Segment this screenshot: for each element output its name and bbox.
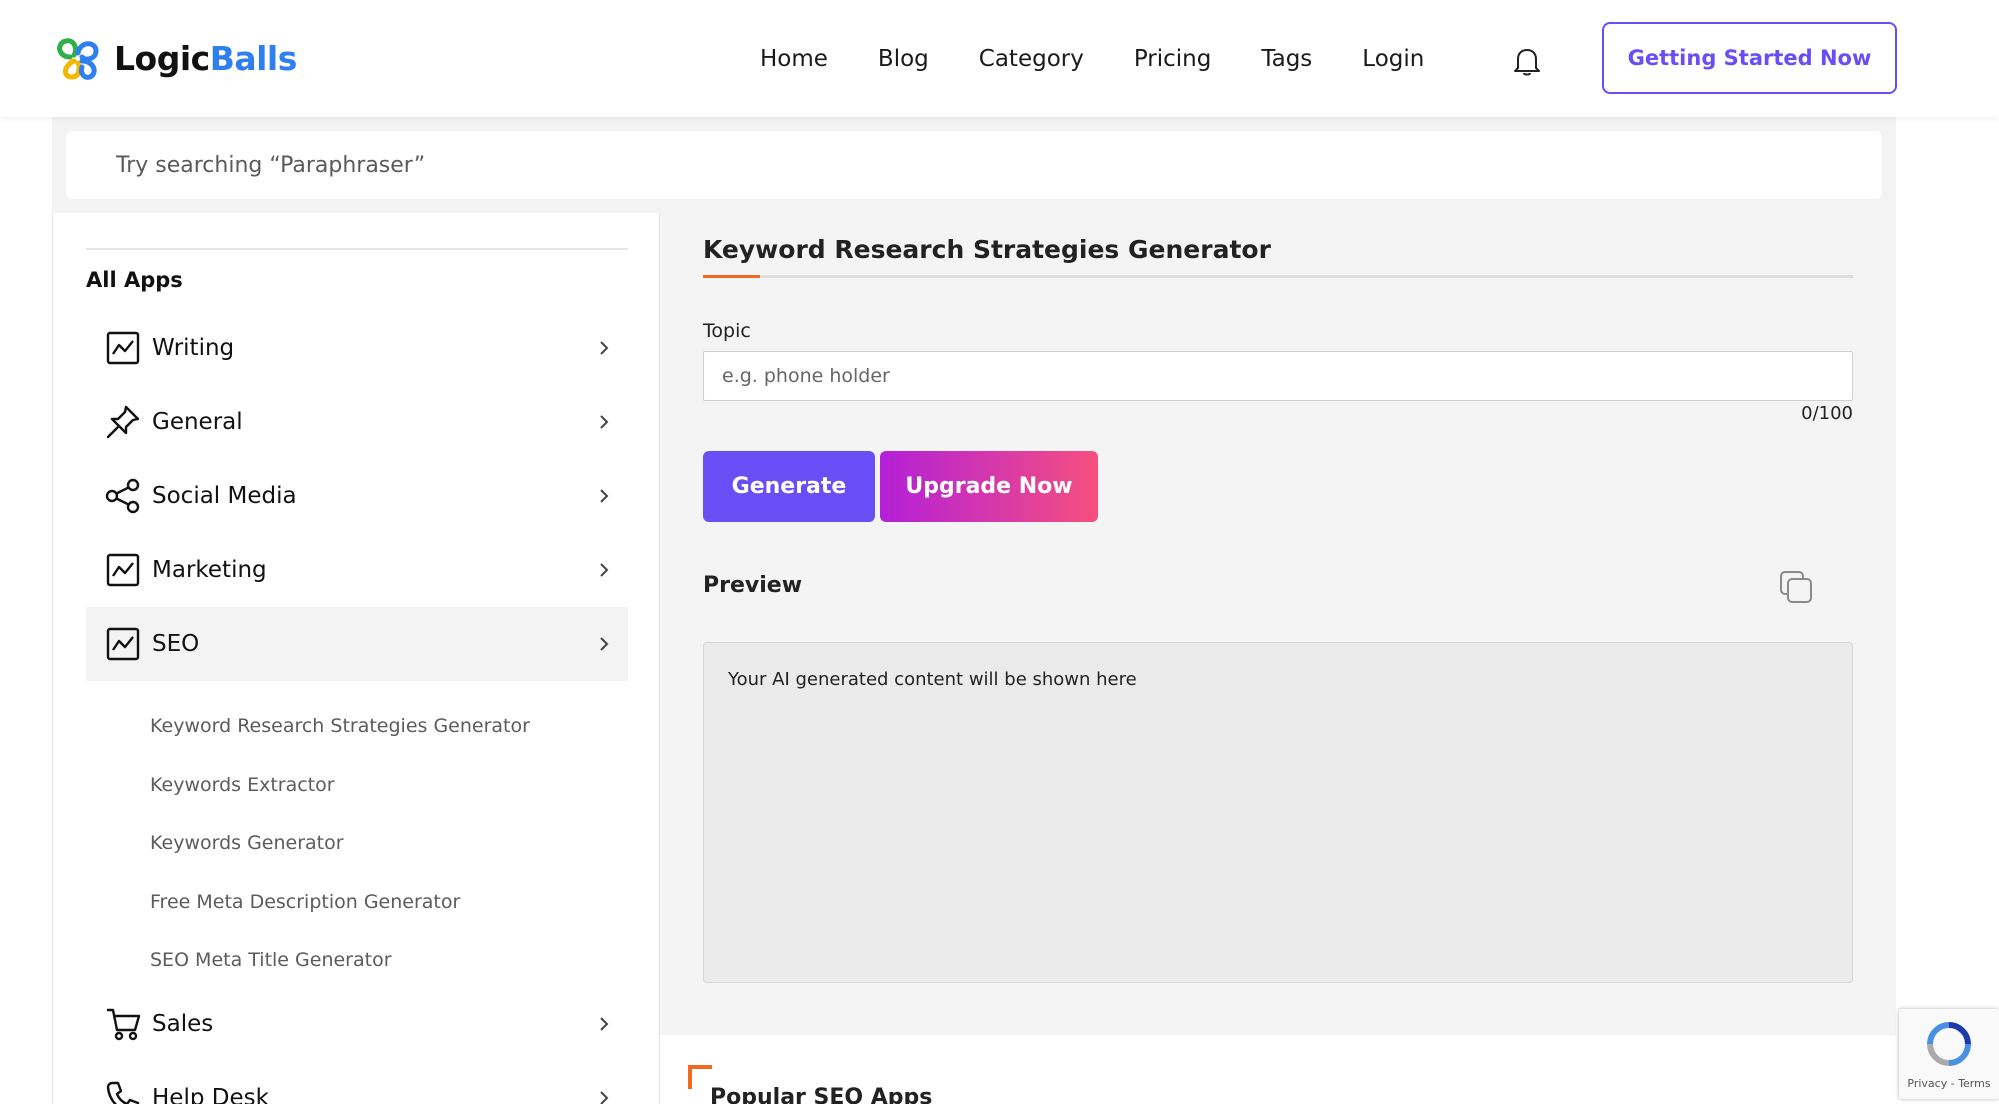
phone-icon [106, 1081, 140, 1104]
chevron-right-icon [600, 341, 609, 355]
upgrade-now-button[interactable]: Upgrade Now [880, 451, 1098, 522]
section-corner-accent [688, 1065, 712, 1089]
topic-label: Topic [703, 320, 751, 342]
preview-output: Your AI generated content will be shown … [703, 642, 1853, 983]
sidebar-item-social-media[interactable]: Social Media [86, 459, 628, 533]
sidebar-subitem-keyword-research[interactable]: Keyword Research Strategies Generator [150, 715, 530, 737]
cart-icon [107, 1008, 141, 1041]
title-underline-accent [703, 275, 760, 278]
nav-tags[interactable]: Tags [1261, 46, 1312, 72]
recaptcha-badge[interactable]: Privacy - Terms [1899, 1009, 1999, 1099]
chevron-right-icon [600, 637, 609, 651]
chevron-right-icon [600, 1017, 609, 1031]
sidebar-item-label: Social Media [152, 483, 297, 509]
sidebar-item-marketing[interactable]: Marketing [86, 533, 628, 607]
search-band [52, 117, 1896, 213]
site-header: LogicBalls Home Blog Category Pricing Ta… [0, 0, 1999, 117]
sidebar-item-seo[interactable]: SEO [86, 607, 628, 681]
logo-text: LogicBalls [114, 39, 297, 78]
recaptcha-links: Privacy - Terms [1899, 1077, 1999, 1090]
title-underline [703, 275, 1853, 278]
bell-icon[interactable] [1510, 44, 1544, 78]
nav-category[interactable]: Category [979, 46, 1084, 72]
logo[interactable]: LogicBalls [50, 33, 297, 83]
chart-line-icon [106, 627, 140, 661]
recaptcha-privacy-link[interactable]: Privacy [1907, 1077, 1947, 1090]
logo-icon [57, 38, 99, 80]
nav-login[interactable]: Login [1362, 46, 1424, 72]
sidebar: All Apps Writing General Social Media Ma… [52, 213, 660, 1104]
search-input[interactable] [116, 152, 1882, 178]
share-icon [105, 478, 140, 514]
character-counter: 0/100 [1801, 403, 1853, 424]
sidebar-item-label: Help Desk [152, 1085, 269, 1104]
sidebar-item-writing[interactable]: Writing [86, 311, 628, 385]
sidebar-item-label: General [152, 409, 243, 435]
pin-icon [106, 405, 140, 439]
sidebar-subitem-meta-title[interactable]: SEO Meta Title Generator [150, 949, 392, 971]
nav-blog[interactable]: Blog [878, 46, 929, 72]
sidebar-item-help-desk[interactable]: Help Desk [86, 1061, 628, 1104]
sidebar-subitem-meta-description[interactable]: Free Meta Description Generator [150, 891, 460, 913]
all-apps-heading: All Apps [86, 268, 183, 292]
sidebar-item-general[interactable]: General [86, 385, 628, 459]
chevron-right-icon [600, 489, 609, 503]
tool-title: Keyword Research Strategies Generator [703, 235, 1271, 264]
sidebar-subitem-keywords-generator[interactable]: Keywords Generator [150, 832, 344, 854]
chevron-right-icon [600, 415, 609, 429]
preview-placeholder-text: Your AI generated content will be shown … [728, 669, 1137, 690]
recaptcha-separator: - [1947, 1077, 1959, 1090]
popular-apps-section: Popular SEO Apps [660, 1035, 1896, 1104]
nav-home[interactable]: Home [760, 46, 828, 72]
sidebar-divider [86, 248, 628, 250]
recaptcha-terms-link[interactable]: Terms [1958, 1077, 1990, 1090]
chart-line-icon [106, 331, 140, 365]
topic-input[interactable] [703, 351, 1853, 401]
search-box [66, 131, 1882, 199]
sidebar-item-label: Marketing [152, 557, 267, 583]
chevron-right-icon [600, 1091, 609, 1104]
sidebar-item-label: SEO [152, 631, 200, 657]
sidebar-item-sales[interactable]: Sales [86, 987, 628, 1061]
recaptcha-icon [1927, 1022, 1971, 1066]
main-nav: Home Blog Category Pricing Tags Login [760, 0, 1474, 117]
copy-icon[interactable] [1778, 569, 1814, 605]
tool-panel: Keyword Research Strategies Generator To… [660, 213, 1896, 1035]
sidebar-subitem-keywords-extractor[interactable]: Keywords Extractor [150, 774, 335, 796]
logo-text-logic: Logic [114, 38, 210, 78]
sidebar-item-label: Sales [152, 1011, 214, 1037]
logo-text-balls: Balls [209, 38, 298, 78]
preview-label: Preview [703, 573, 803, 598]
chevron-right-icon [600, 563, 609, 577]
generate-button[interactable]: Generate [703, 451, 875, 522]
getting-started-button[interactable]: Getting Started Now [1602, 22, 1897, 94]
popular-apps-heading: Popular SEO Apps [710, 1085, 933, 1104]
nav-pricing[interactable]: Pricing [1134, 46, 1212, 72]
sidebar-item-label: Writing [152, 335, 235, 361]
chart-line-icon [106, 553, 140, 587]
